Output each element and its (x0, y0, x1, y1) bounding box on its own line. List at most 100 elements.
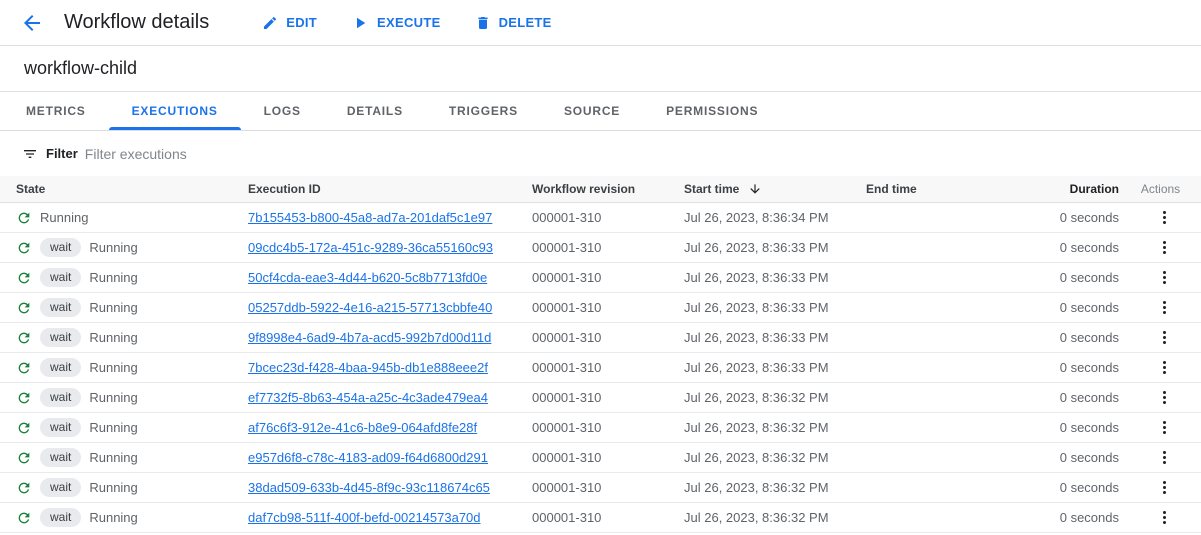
duration-cell: 0 seconds (1040, 510, 1127, 525)
duration-cell: 0 seconds (1040, 210, 1127, 225)
duration-cell: 0 seconds (1040, 390, 1127, 405)
tab-label: SOURCE (564, 104, 620, 118)
execution-id-link[interactable]: 38dad509-633b-4d45-8f9c-93c118674c65 (248, 480, 490, 495)
tab-executions[interactable]: EXECUTIONS (109, 92, 241, 130)
tab-label: DETAILS (347, 104, 403, 118)
running-progress-icon (16, 240, 32, 256)
step-badge: wait (40, 418, 81, 437)
state-cell: wait Running (0, 268, 248, 287)
execution-id-cell: 50cf4cda-eae3-4d44-b620-5c8b7713fd0e (248, 270, 532, 285)
row-actions-kebab-icon[interactable] (1152, 296, 1176, 320)
column-header-execution-id: Execution ID (248, 182, 532, 196)
workflow-revision-cell: 000001-310 (532, 300, 684, 315)
state-label: Running (89, 270, 137, 285)
execution-id-link[interactable]: 7b155453-b800-45a8-ad7a-201daf5c1e97 (248, 210, 492, 225)
filter-executions-input[interactable] (85, 139, 1201, 169)
row-actions-kebab-icon[interactable] (1152, 416, 1176, 440)
row-actions-kebab-icon[interactable] (1152, 206, 1176, 230)
execution-id-link[interactable]: 9f8998e4-6ad9-4b7a-acd5-992b7d00d11d (248, 330, 491, 345)
duration-cell: 0 seconds (1040, 270, 1127, 285)
row-actions-kebab-icon[interactable] (1152, 506, 1176, 530)
workflow-revision-cell: 000001-310 (532, 420, 684, 435)
step-badge: wait (40, 388, 81, 407)
tab-metrics[interactable]: METRICS (3, 92, 109, 130)
tab-source[interactable]: SOURCE (541, 92, 643, 130)
table-row: wait Running 38dad509-633b-4d45-8f9c-93c… (0, 473, 1201, 503)
execution-id-link[interactable]: ef7732f5-8b63-454a-a25c-4c3ade479ea4 (248, 390, 488, 405)
tab-label: METRICS (26, 104, 86, 118)
tab-permissions[interactable]: PERMISSIONS (643, 92, 781, 130)
column-header-label: Workflow revision (532, 182, 635, 196)
back-button[interactable] (20, 11, 44, 35)
execution-id-link[interactable]: 7bcec23d-f428-4baa-945b-db1e888eee2f (248, 360, 488, 375)
execute-button[interactable]: EXECUTE (351, 14, 441, 32)
row-actions-kebab-icon[interactable] (1152, 236, 1176, 260)
running-progress-icon (16, 300, 32, 316)
column-header-start-time: Start time (684, 182, 866, 196)
execution-id-cell: af76c6f3-912e-41c6-b8e9-064afd8fe28f (248, 420, 532, 435)
pencil-icon (262, 15, 278, 31)
state-label: Running (89, 360, 137, 375)
step-badge: wait (40, 448, 81, 467)
column-header-label: State (16, 182, 45, 196)
state-cell: wait Running (0, 238, 248, 257)
execution-id-link[interactable]: 05257ddb-5922-4e16-a215-57713cbbfe40 (248, 300, 492, 315)
delete-button[interactable]: DELETE (475, 15, 552, 31)
row-actions-kebab-icon[interactable] (1152, 266, 1176, 290)
start-time-cell: Jul 26, 2023, 8:36:32 PM (684, 480, 866, 495)
row-actions-kebab-icon[interactable] (1152, 326, 1176, 350)
workflow-revision-cell: 000001-310 (532, 510, 684, 525)
tab-label: EXECUTIONS (132, 104, 218, 118)
execution-id-link[interactable]: e957d6f8-c78c-4183-ad09-f64d6800d291 (248, 450, 488, 465)
actions-cell (1127, 326, 1201, 350)
state-cell: wait Running (0, 508, 248, 527)
actions-cell (1127, 476, 1201, 500)
table-row: wait Running af76c6f3-912e-41c6-b8e9-064… (0, 413, 1201, 443)
sort-descending-icon[interactable] (748, 182, 762, 196)
running-progress-icon (16, 420, 32, 436)
duration-cell: 0 seconds (1040, 330, 1127, 345)
table-row: wait Running 7bcec23d-f428-4baa-945b-db1… (0, 353, 1201, 383)
execution-id-link[interactable]: daf7cb98-511f-400f-befd-00214573a70d (248, 510, 481, 525)
row-actions-kebab-icon[interactable] (1152, 356, 1176, 380)
workflow-revision-cell: 000001-310 (532, 240, 684, 255)
actions-cell (1127, 356, 1201, 380)
edit-button-label: EDIT (286, 15, 317, 30)
state-label: Running (40, 210, 88, 225)
column-header-duration: Duration (1040, 182, 1127, 196)
duration-cell: 0 seconds (1040, 480, 1127, 495)
state-cell: wait Running (0, 388, 248, 407)
executions-table-header: State Execution ID Workflow revision Sta… (0, 176, 1201, 203)
state-cell: wait Running (0, 358, 248, 377)
table-row: wait Running 50cf4cda-eae3-4d44-b620-5c8… (0, 263, 1201, 293)
row-actions-kebab-icon[interactable] (1152, 446, 1176, 470)
execution-id-link[interactable]: 50cf4cda-eae3-4d44-b620-5c8b7713fd0e (248, 270, 487, 285)
duration-cell: 0 seconds (1040, 300, 1127, 315)
execution-id-cell: daf7cb98-511f-400f-befd-00214573a70d (248, 510, 532, 525)
edit-button[interactable]: EDIT (262, 15, 317, 31)
tab-details[interactable]: DETAILS (324, 92, 426, 130)
tab-triggers[interactable]: TRIGGERS (426, 92, 541, 130)
execution-id-link[interactable]: af76c6f3-912e-41c6-b8e9-064afd8fe28f (248, 420, 477, 435)
row-actions-kebab-icon[interactable] (1152, 386, 1176, 410)
column-header-workflow-revision: Workflow revision (532, 182, 684, 196)
row-actions-kebab-icon[interactable] (1152, 476, 1176, 500)
start-time-cell: Jul 26, 2023, 8:36:34 PM (684, 210, 866, 225)
filter-label: Filter (46, 146, 78, 161)
running-progress-icon (16, 210, 32, 226)
start-time-cell: Jul 26, 2023, 8:36:33 PM (684, 240, 866, 255)
execution-id-link[interactable]: 09cdc4b5-172a-451c-9289-36ca55160c93 (248, 240, 493, 255)
table-row: wait Running ef7732f5-8b63-454a-a25c-4c3… (0, 383, 1201, 413)
tab-label: LOGS (264, 104, 301, 118)
tab-logs[interactable]: LOGS (241, 92, 324, 130)
workflow-revision-cell: 000001-310 (532, 390, 684, 405)
trash-icon (475, 15, 491, 31)
workflow-revision-cell: 000001-310 (532, 330, 684, 345)
execution-id-cell: 09cdc4b5-172a-451c-9289-36ca55160c93 (248, 240, 532, 255)
start-time-cell: Jul 26, 2023, 8:36:33 PM (684, 270, 866, 285)
table-row: wait Running 05257ddb-5922-4e16-a215-577… (0, 293, 1201, 323)
tab-label: TRIGGERS (449, 104, 518, 118)
running-progress-icon (16, 330, 32, 346)
step-badge: wait (40, 358, 81, 377)
workflow-revision-cell: 000001-310 (532, 270, 684, 285)
